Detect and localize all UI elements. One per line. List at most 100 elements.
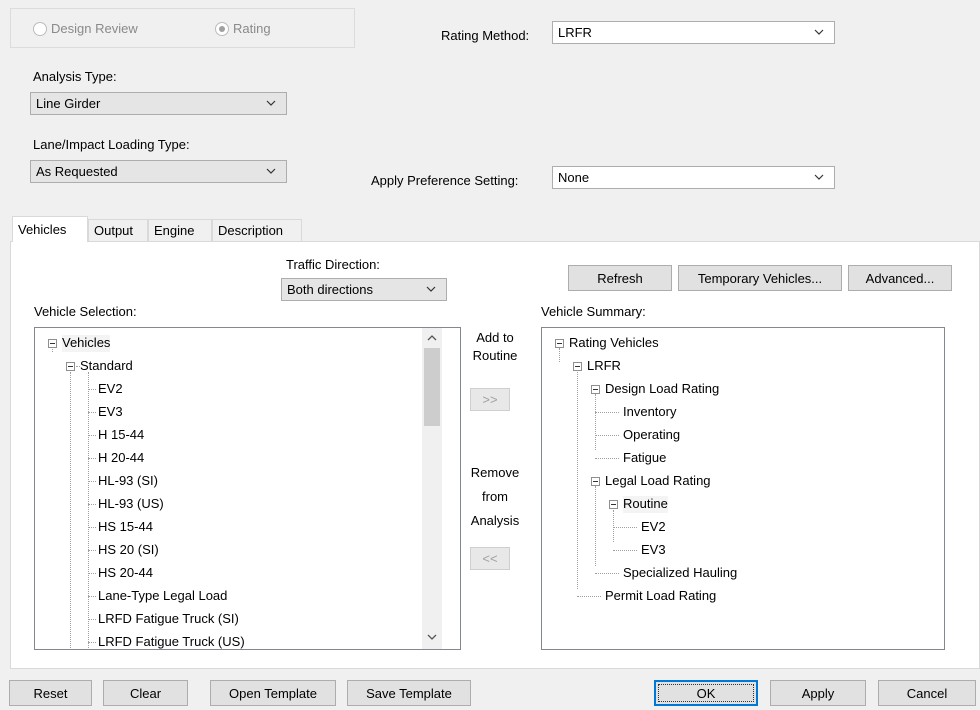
open-template-label: Open Template xyxy=(229,685,317,701)
collapse-icon[interactable] xyxy=(66,362,75,371)
tree-root-vehicles[interactable]: Vehicles xyxy=(62,335,111,352)
radio-selected-icon xyxy=(215,21,229,36)
ok-button[interactable]: OK xyxy=(654,680,758,706)
rating-method-label: Rating Method: xyxy=(441,28,530,43)
rating-method-value: LRFR xyxy=(558,25,592,40)
add-to-routine-button[interactable]: >> xyxy=(470,388,510,411)
summary-design-load-rating[interactable]: Design Load Rating xyxy=(605,381,719,398)
tab-vehicles[interactable]: Vehicles xyxy=(12,216,88,242)
vehicle-list-item[interactable]: LRFD Fatigue Truck (SI) xyxy=(98,611,239,628)
apply-preference-value: None xyxy=(558,170,590,185)
lane-impact-label: Lane/Impact Loading Type: xyxy=(33,137,190,152)
scroll-down-icon[interactable] xyxy=(426,632,438,642)
design-review-radio[interactable]: Design Review xyxy=(33,21,138,36)
tab-output-label: Output xyxy=(94,223,134,238)
traffic-direction-value: Both directions xyxy=(287,282,373,297)
add-line2: Routine xyxy=(472,348,518,363)
rating-radio[interactable]: Rating xyxy=(215,21,271,36)
vehicle-list-item[interactable]: LRFD Fatigue Truck (US) xyxy=(98,634,245,649)
summary-ev2[interactable]: EV2 xyxy=(641,519,666,536)
vehicle-summary-label: Vehicle Summary: xyxy=(541,304,646,319)
refresh-button[interactable]: Refresh xyxy=(568,265,672,291)
collapse-icon[interactable] xyxy=(591,385,600,394)
advanced-label: Advanced... xyxy=(865,270,935,286)
remove-button-label: << xyxy=(482,551,498,566)
temporary-vehicles-button[interactable]: Temporary Vehicles... xyxy=(678,265,842,291)
vehicle-list-item[interactable]: H 20-44 xyxy=(98,450,144,467)
tab-description-label: Description xyxy=(218,223,284,238)
reset-button[interactable]: Reset xyxy=(9,680,92,706)
vehicle-list-item[interactable]: H 15-44 xyxy=(98,427,144,444)
traffic-direction-select[interactable]: Both directions xyxy=(281,278,447,301)
summary-operating[interactable]: Operating xyxy=(623,427,680,444)
apply-button[interactable]: Apply xyxy=(770,680,866,706)
vehicle-list-item[interactable]: Lane-Type Legal Load xyxy=(98,588,227,605)
tab-output[interactable]: Output xyxy=(88,219,148,241)
rating-label: Rating xyxy=(233,21,271,36)
collapse-icon[interactable] xyxy=(609,500,618,509)
remove-from-analysis-button[interactable]: << xyxy=(470,547,510,570)
collapse-icon[interactable] xyxy=(48,339,57,348)
tab-vehicles-label: Vehicles xyxy=(18,222,67,237)
scroll-up-icon[interactable] xyxy=(426,333,438,343)
tab-description[interactable]: Description xyxy=(212,219,302,241)
summary-specialized-hauling[interactable]: Specialized Hauling xyxy=(623,565,737,582)
summary-permit-load-rating[interactable]: Permit Load Rating xyxy=(605,588,716,605)
collapse-icon[interactable] xyxy=(591,477,600,486)
vehicle-list-item[interactable]: HL-93 (US) xyxy=(98,496,164,513)
rating-method-select[interactable]: LRFR xyxy=(552,21,835,44)
scroll-thumb[interactable] xyxy=(424,348,440,426)
vehicle-list-item[interactable]: EV3 xyxy=(98,404,123,421)
summary-inventory[interactable]: Inventory xyxy=(623,404,676,421)
lane-impact-select[interactable]: As Requested xyxy=(30,160,287,183)
analysis-type-value: Line Girder xyxy=(36,96,101,111)
vehicles-tab-panel: Traffic Direction: Both directions Vehic… xyxy=(10,241,980,669)
apply-label: Apply xyxy=(801,685,835,701)
remove-line1: Remove xyxy=(470,465,520,480)
summary-routine[interactable]: Routine xyxy=(623,496,668,513)
summary-ev3[interactable]: EV3 xyxy=(641,542,666,559)
vertical-scrollbar[interactable] xyxy=(422,328,442,649)
vehicle-list-item[interactable]: HS 20-44 xyxy=(98,565,153,582)
vehicle-list-item[interactable]: HS 20 (SI) xyxy=(98,542,159,559)
vehicle-list-item[interactable]: EV2 xyxy=(98,381,123,398)
summary-fatigue[interactable]: Fatigue xyxy=(623,450,666,467)
add-button-label: >> xyxy=(482,392,498,407)
remove-line2: from xyxy=(482,489,508,504)
open-template-button[interactable]: Open Template xyxy=(210,680,336,706)
vehicle-list-item[interactable]: HL-93 (SI) xyxy=(98,473,158,490)
remove-from-analysis-label: Remove from Analysis xyxy=(459,461,531,533)
chevron-down-icon xyxy=(814,174,824,180)
collapse-icon[interactable] xyxy=(573,362,582,371)
summary-legal-load-rating[interactable]: Legal Load Rating xyxy=(605,473,711,490)
vehicle-summary-tree[interactable]: Rating Vehicles LRFR Design Load Rating … xyxy=(541,327,945,650)
remove-line3: Analysis xyxy=(470,513,520,528)
vehicle-selection-tree[interactable]: Vehicles Standard EV2 EV3 H 15-44 H 20-44 HL… xyxy=(34,327,461,650)
refresh-label: Refresh xyxy=(597,270,643,286)
tab-engine-label: Engine xyxy=(154,223,195,238)
tab-engine[interactable]: Engine xyxy=(148,219,212,241)
vehicle-list-item[interactable]: HS 15-44 xyxy=(98,519,153,536)
add-to-routine-label: Add to Routine xyxy=(459,329,531,365)
summary-lrfr[interactable]: LRFR xyxy=(587,358,621,375)
apply-preference-select[interactable]: None xyxy=(552,166,835,189)
reset-label: Reset xyxy=(33,685,68,701)
clear-label: Clear xyxy=(129,685,162,701)
cancel-button[interactable]: Cancel xyxy=(878,680,976,706)
chevron-down-icon xyxy=(426,286,436,292)
analysis-type-select[interactable]: Line Girder xyxy=(30,92,287,115)
ok-label: OK xyxy=(696,685,716,701)
chevron-down-icon xyxy=(266,100,276,106)
cancel-label: Cancel xyxy=(906,685,948,701)
clear-button[interactable]: Clear xyxy=(103,680,188,706)
save-template-button[interactable]: Save Template xyxy=(347,680,471,706)
save-template-label: Save Template xyxy=(366,685,452,701)
radio-circle-icon xyxy=(33,21,47,36)
advanced-button[interactable]: Advanced... xyxy=(848,265,952,291)
traffic-direction-label: Traffic Direction: xyxy=(286,257,380,272)
add-line1: Add to xyxy=(476,330,514,345)
summary-root[interactable]: Rating Vehicles xyxy=(569,335,659,352)
chevron-down-icon xyxy=(266,168,276,174)
vehicle-selection-label: Vehicle Selection: xyxy=(34,304,137,319)
collapse-icon[interactable] xyxy=(555,339,564,348)
